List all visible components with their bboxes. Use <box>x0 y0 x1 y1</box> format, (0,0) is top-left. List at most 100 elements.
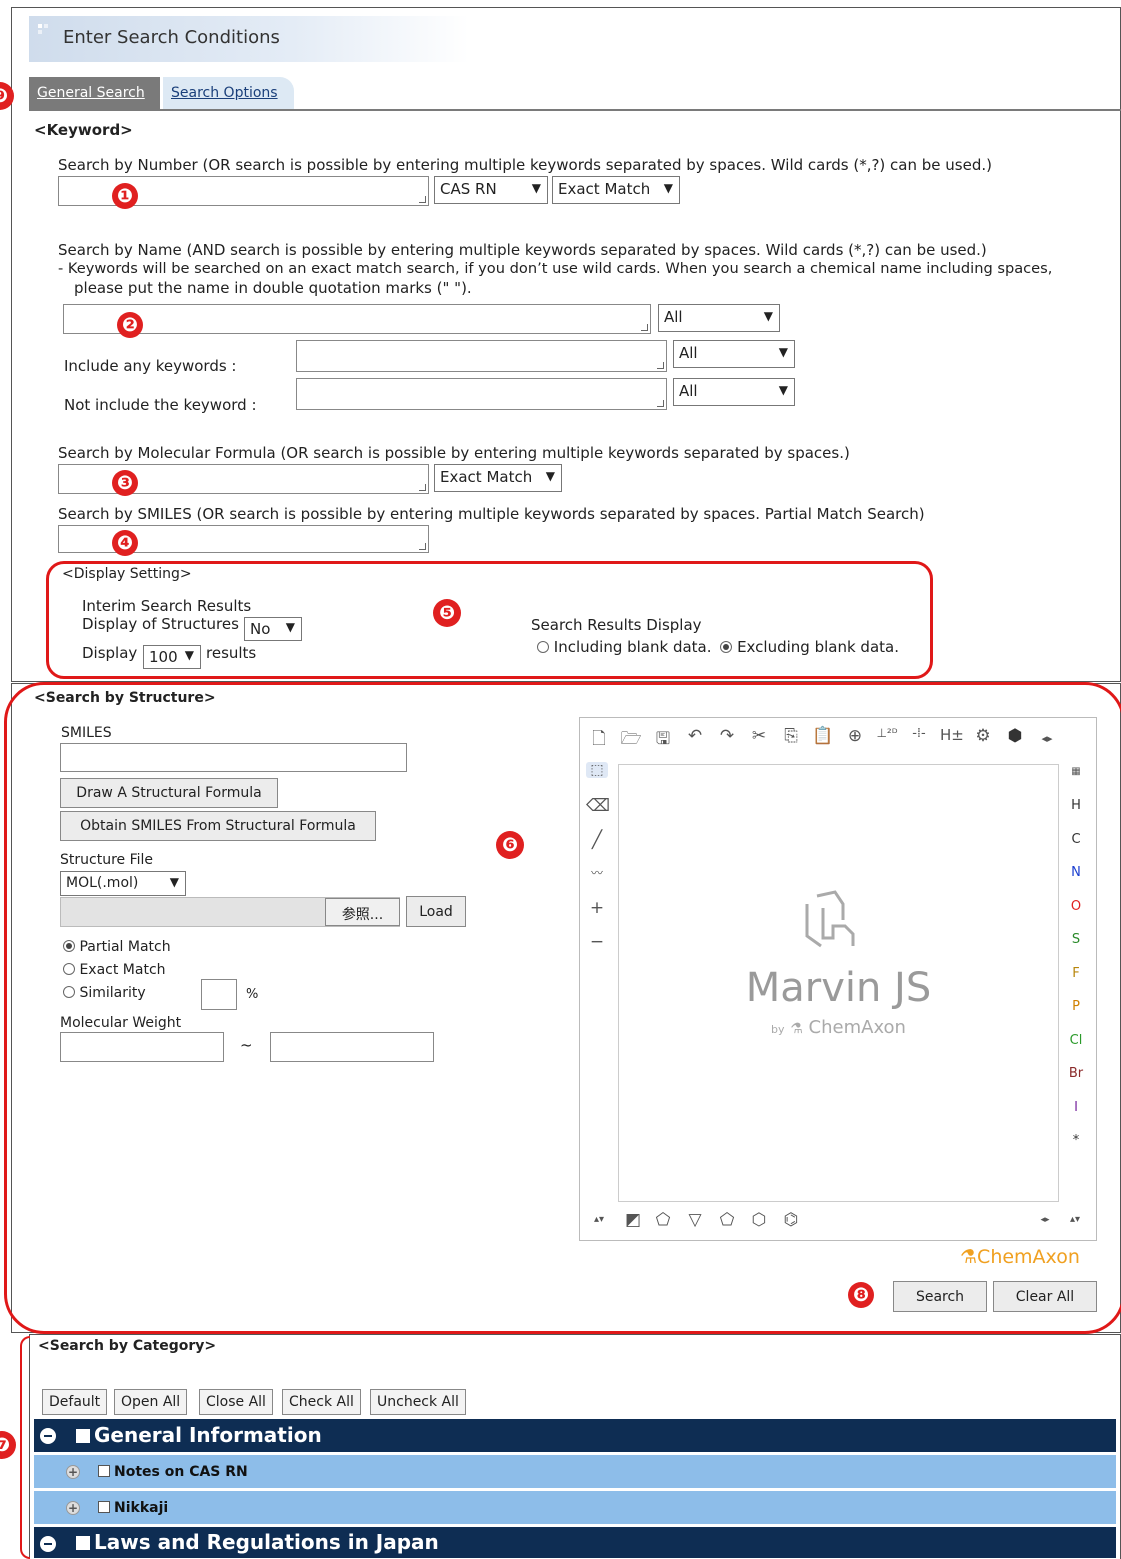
similarity-input[interactable] <box>201 979 237 1010</box>
element-button[interactable]: Br <box>1066 1066 1086 1081</box>
category-row-general-information[interactable]: General Information <box>34 1419 1116 1453</box>
open-all-button[interactable]: Open All <box>114 1389 188 1415</box>
load-button[interactable]: Load <box>406 896 466 927</box>
expand-icon[interactable]: + <box>66 1501 80 1515</box>
hydrogen-icon[interactable]: H± <box>940 726 964 744</box>
category-row-nikkaji[interactable]: + Nikkaji <box>34 1491 1116 1525</box>
check-all-button[interactable]: Check All <box>282 1389 361 1415</box>
expand-horizontal-icon[interactable]: ◂▸ <box>1036 732 1058 745</box>
cyclobutane-icon[interactable]: ▽ <box>684 1210 706 1230</box>
tab-search-options[interactable]: Search Options <box>163 77 294 109</box>
obtain-smiles-button[interactable]: Obtain SMILES From Structural Formula <box>60 811 376 841</box>
undo-icon[interactable]: ↶ <box>684 726 706 746</box>
mw-max-input[interactable] <box>270 1032 434 1062</box>
collapse-icon[interactable] <box>40 1428 56 1444</box>
chevron-down-icon: ▼ <box>663 181 673 195</box>
element-button[interactable]: I <box>1066 1100 1086 1115</box>
cut-icon[interactable]: ✂ <box>748 726 770 746</box>
tab-general-search[interactable]: General Search <box>29 77 160 109</box>
bond-icon[interactable]: ╱ <box>586 830 608 850</box>
redo-icon[interactable]: ↷ <box>716 726 738 746</box>
eraser-icon[interactable]: ⌫ <box>586 796 610 816</box>
include-keywords-input[interactable] <box>296 340 667 372</box>
exclude-blank-radio[interactable] <box>720 641 733 653</box>
chain-icon[interactable]: 〰 <box>586 864 608 881</box>
formula-search-label: Search by Molecular Formula (OR search i… <box>58 444 850 462</box>
draw-structure-button[interactable]: Draw A Structural Formula <box>60 778 278 808</box>
checkbox-icon[interactable] <box>76 1429 90 1443</box>
number-match-select[interactable]: Exact Match ▼ <box>552 176 680 204</box>
collapse-icon[interactable] <box>40 1536 56 1552</box>
cyclohexane-icon[interactable]: ⬡ <box>748 1210 770 1230</box>
checkbox-icon[interactable] <box>98 1501 110 1513</box>
category-row-notes-cas-rn[interactable]: + Notes on CAS RN <box>34 1455 1116 1489</box>
close-all-button[interactable]: Close All <box>199 1389 273 1415</box>
default-button[interactable]: Default <box>42 1389 108 1415</box>
element-button[interactable]: Cl <box>1066 1033 1086 1048</box>
info-icon[interactable]: ⬢ <box>1004 726 1026 746</box>
clean-2d-icon[interactable]: ⊥²ᴰ <box>876 726 898 740</box>
zoom-icon[interactable]: ⊕ <box>844 726 866 746</box>
clear-all-button[interactable]: Clear All <box>993 1281 1097 1312</box>
similarity-radio[interactable] <box>63 986 75 998</box>
editor-left-toolbar: ⬚ ⌫ ╱ 〰 + − <box>586 762 614 992</box>
browse-button[interactable]: 参照... <box>325 898 400 926</box>
search-button[interactable]: Search <box>893 1281 987 1312</box>
display-count-select[interactable]: 100 ▼ <box>143 645 201 669</box>
checkbox-icon[interactable] <box>98 1465 110 1477</box>
marker-8: ❽ <box>848 1282 874 1308</box>
decrease-charge-icon[interactable]: − <box>586 932 608 952</box>
formula-match-select[interactable]: Exact Match ▼ <box>434 464 562 492</box>
scroll-vertical-right-icon[interactable]: ▴▾ <box>1064 1214 1086 1225</box>
exclude-keyword-input[interactable] <box>296 378 667 410</box>
copy-icon[interactable]: ⎘ <box>780 726 802 746</box>
paste-icon[interactable]: 📋 <box>812 726 834 746</box>
uncheck-all-button[interactable]: Uncheck All <box>370 1389 466 1415</box>
marvin-js-editor[interactable]: 🗋 🗁 🖫 ↶ ↷ ✂ ⎘ 📋 ⊕ ⊥²ᴰ -⁞- H± ⚙ ⬢ ◂▸ ⬚ ⌫ … <box>579 717 1097 1241</box>
increase-charge-icon[interactable]: + <box>586 898 608 918</box>
element-button[interactable]: O <box>1066 899 1086 914</box>
scroll-horizontal-icon[interactable]: ◂▸ <box>1034 1215 1056 1225</box>
structures-display-select[interactable]: No ▼ <box>244 617 302 641</box>
element-button[interactable]: S <box>1066 932 1086 947</box>
element-button[interactable]: P <box>1066 999 1086 1014</box>
element-button[interactable]: H <box>1066 798 1086 813</box>
scroll-vertical-icon[interactable]: ▴▾ <box>588 1214 610 1225</box>
chevron-down-icon: ▼ <box>184 648 194 662</box>
exact-match-radio[interactable] <box>63 963 75 975</box>
periodic-table-icon[interactable]: ▦ <box>1066 766 1086 777</box>
mw-min-input[interactable] <box>60 1032 224 1062</box>
category-row-laws-regulations[interactable]: Laws and Regulations in Japan <box>34 1527 1116 1559</box>
new-document-icon[interactable]: 🗋 <box>588 726 610 755</box>
number-type-select[interactable]: CAS RN ▼ <box>434 176 548 204</box>
checkbox-icon[interactable] <box>76 1536 90 1550</box>
include-blank-radio[interactable] <box>537 641 549 653</box>
structure-smiles-label: SMILES <box>61 725 112 741</box>
partial-match-radio[interactable] <box>63 940 75 952</box>
template-library-icon[interactable]: ◩ <box>622 1210 644 1230</box>
include-scope-select[interactable]: All ▼ <box>673 340 795 368</box>
save-icon[interactable]: 🖫 <box>652 726 674 755</box>
settings-gear-icon[interactable]: ⚙ <box>972 726 994 746</box>
structure-smiles-input[interactable] <box>60 743 407 772</box>
open-folder-icon[interactable]: 🗁 <box>620 726 642 755</box>
partial-match-label: Partial Match <box>79 939 171 955</box>
pyrrole-icon[interactable]: ⬠ <box>652 1210 674 1230</box>
chevron-down-icon: ▼ <box>545 469 555 483</box>
element-button[interactable]: * <box>1066 1133 1086 1148</box>
name-search-label: Search by Name (AND search is possible b… <box>58 241 987 259</box>
cyclopentane-icon[interactable]: ⬠ <box>716 1210 738 1230</box>
name-input[interactable] <box>63 304 651 334</box>
expand-icon[interactable]: + <box>66 1465 80 1479</box>
benzene-icon[interactable]: ⌬ <box>780 1210 802 1230</box>
structure-file-type-select[interactable]: MOL(.mol) ▼ <box>60 871 186 896</box>
element-button[interactable]: C <box>1066 832 1086 847</box>
element-button[interactable]: F <box>1066 966 1086 981</box>
select-rectangle-icon[interactable]: ⬚ <box>586 762 608 778</box>
element-button[interactable]: N <box>1066 865 1086 880</box>
query-atom-icon[interactable]: -⁞- <box>908 726 930 741</box>
name-scope-select[interactable]: All ▼ <box>658 304 780 332</box>
exclude-scope-select[interactable]: All ▼ <box>673 378 795 406</box>
drawing-canvas[interactable]: Marvin JS by ⚗ ChemAxon <box>618 764 1059 1202</box>
exact-match-option: Exact Match <box>63 962 166 978</box>
